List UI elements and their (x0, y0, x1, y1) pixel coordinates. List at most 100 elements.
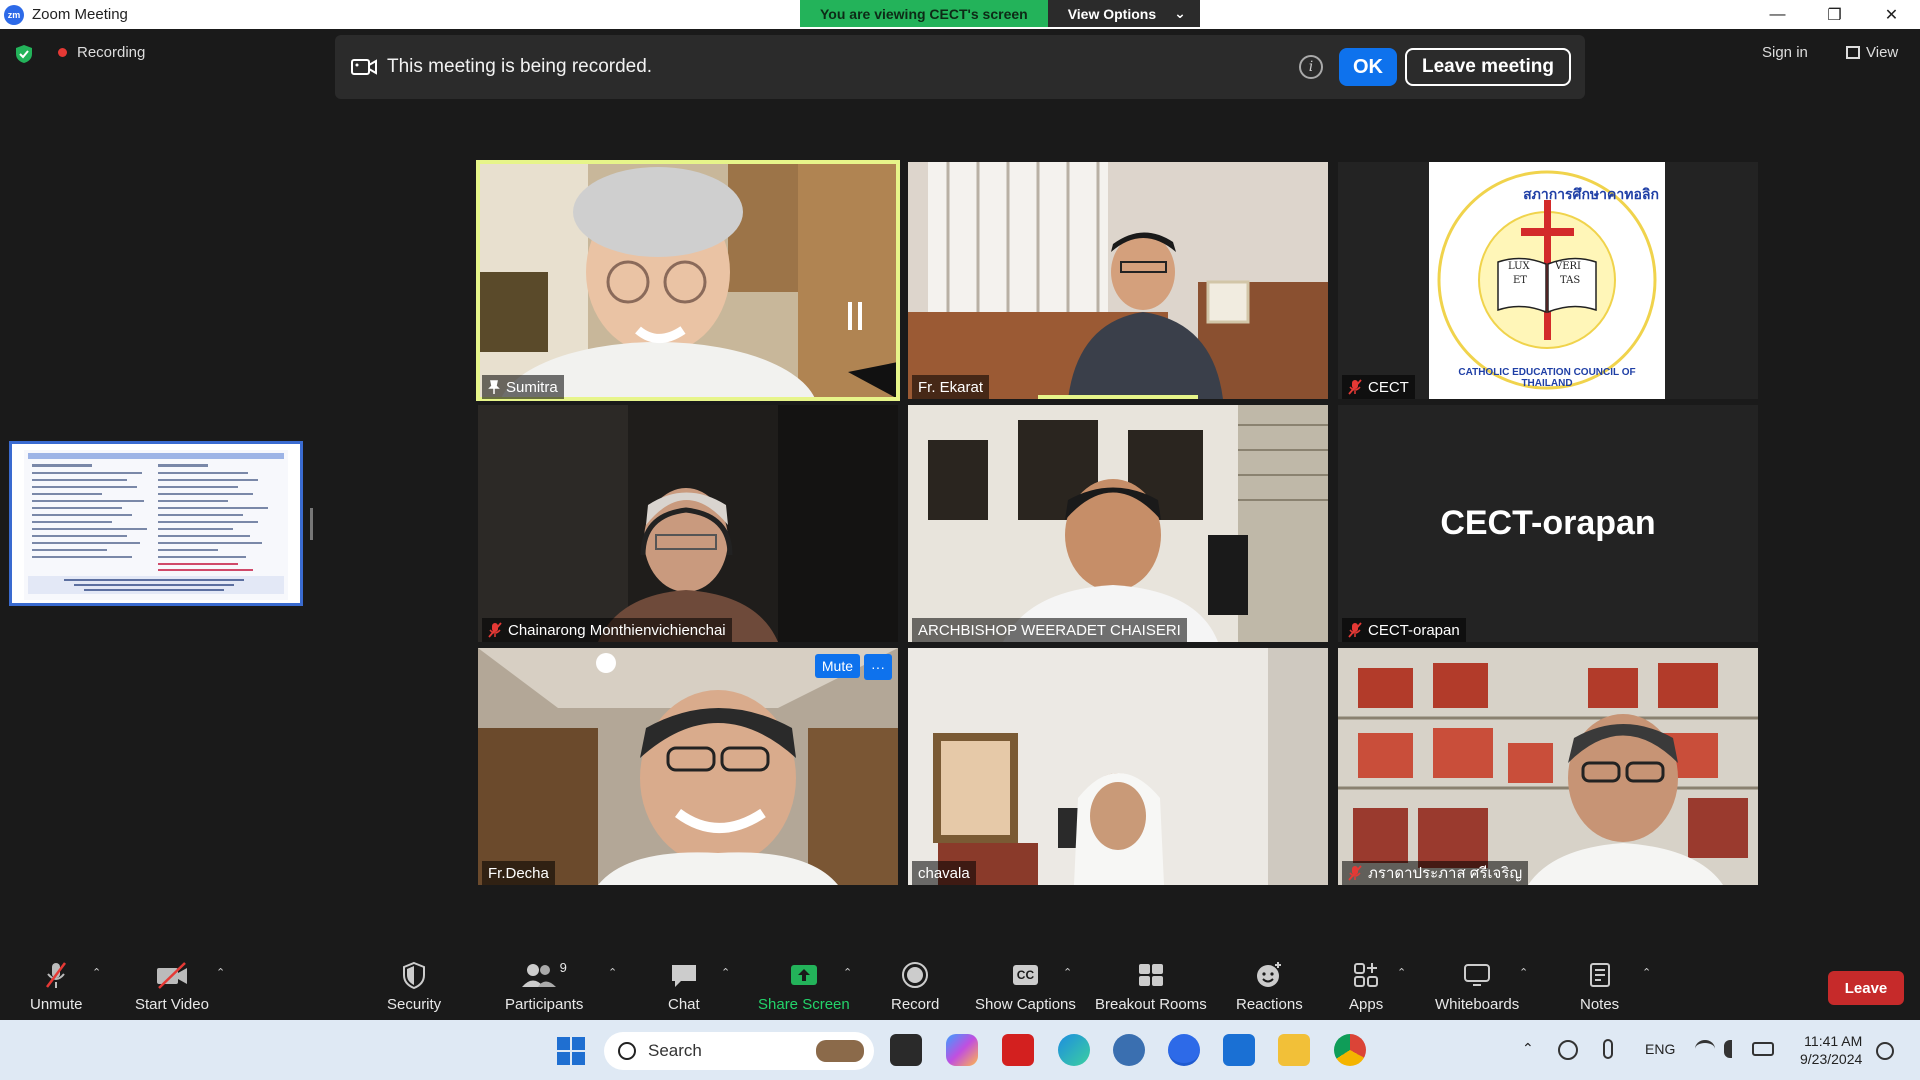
participant-name: chavala (918, 864, 970, 882)
record-button[interactable]: Record (891, 960, 939, 1013)
recording-indicator[interactable]: Recording (58, 44, 145, 61)
chevron-down-icon: ⌄ (1174, 5, 1186, 21)
chat-caret-icon[interactable]: ⌃ (721, 966, 731, 979)
participant-video-fr-decha (478, 648, 898, 885)
microphone-tray-icon[interactable] (1603, 1039, 1613, 1059)
encryption-shield-icon[interactable] (14, 44, 34, 64)
sync-icon[interactable] (1558, 1040, 1578, 1060)
unmute-button[interactable]: Unmute (30, 960, 83, 1013)
task-view-icon[interactable] (890, 1034, 922, 1066)
notes-icon (1589, 963, 1610, 987)
participant-name-tag: ภราดาประภาส ศรีเจริญ (1342, 861, 1529, 885)
ok-button[interactable]: OK (1339, 48, 1397, 86)
globe-app-icon[interactable] (1113, 1034, 1145, 1066)
taskbar-clock[interactable]: 11:41 AM 9/23/2024 (1800, 1032, 1862, 1068)
apps-caret-icon[interactable]: ⌃ (1397, 966, 1407, 979)
sign-in-link[interactable]: Sign in (1762, 44, 1808, 61)
video-tile-archbishop[interactable]: ARCHBISHOP WEERADET CHAISERI (908, 405, 1328, 642)
minimize-button[interactable]: — (1749, 0, 1806, 29)
video-tile-cect[interactable]: สภาการศึกษาคาทอลิก CATHOLIC EDUCATION CO… (1338, 162, 1758, 399)
start-video-label: Start Video (135, 996, 209, 1013)
copilot-icon[interactable] (946, 1034, 978, 1066)
mic-muted-icon (1348, 622, 1362, 638)
video-tile-chainarong[interactable]: Chainarong Monthienvichienchai (478, 405, 898, 642)
whiteboards-button[interactable]: Whiteboards (1435, 960, 1519, 1013)
leave-meeting-button[interactable]: Leave meeting (1405, 48, 1571, 86)
show-captions-label: Show Captions (975, 996, 1076, 1013)
windows-start-icon[interactable] (557, 1037, 585, 1065)
video-tile-chavala[interactable]: chavala (908, 648, 1328, 885)
security-label: Security (387, 996, 442, 1013)
seal-book-lux: LUX (1508, 261, 1530, 272)
chat-bubble-icon (671, 965, 696, 987)
whiteboards-caret-icon[interactable]: ⌃ (1519, 966, 1529, 979)
edge-browser-icon[interactable] (1058, 1034, 1090, 1066)
video-tile-prapas[interactable]: ภราดาประภาส ศรีเจริญ (1338, 648, 1758, 885)
participant-name: ภราดาประภาส ศรีเจริญ (1368, 865, 1523, 882)
record-label: Record (891, 996, 940, 1013)
start-video-button[interactable]: Start Video (135, 960, 209, 1013)
more-options-icon[interactable]: ··· (864, 654, 892, 680)
tray-overflow-chevron-icon[interactable]: ⌃ (1522, 1040, 1534, 1057)
leave-button[interactable]: Leave (1828, 971, 1904, 1005)
participants-button[interactable]: 9 Participants (505, 960, 583, 1013)
breakout-rooms-button[interactable]: Breakout Rooms (1095, 960, 1207, 1013)
participant-name: Fr.Decha (488, 864, 549, 882)
share-screen-caret-icon[interactable]: ⌃ (843, 966, 853, 979)
show-captions-button[interactable]: CC Show Captions (975, 960, 1076, 1013)
video-tile-cect-orapan[interactable]: CECT-orapan CECT-orapan (1338, 405, 1758, 642)
video-tile-fr-ekarat[interactable]: Fr. Ekarat (908, 162, 1328, 399)
chat-button[interactable]: Chat (668, 960, 700, 1013)
split-resize-handle[interactable] (310, 508, 313, 540)
security-button[interactable]: Security (387, 960, 441, 1013)
reactions-button[interactable]: Reactions (1236, 960, 1303, 1013)
video-tile-sumitra[interactable]: Sumitra (476, 160, 900, 401)
shared-screen-thumbnail[interactable] (9, 441, 303, 606)
taskbar-search-box[interactable]: Search (604, 1032, 874, 1070)
whiteboard-icon (1464, 964, 1491, 986)
notes-button[interactable]: Notes (1580, 960, 1619, 1013)
notification-bell-icon[interactable] (1876, 1042, 1894, 1060)
video-tile-fr-decha[interactable]: Mute ··· Fr.Decha (478, 648, 898, 885)
breakout-rooms-icon (1138, 964, 1163, 986)
captions-caret-icon[interactable]: ⌃ (1063, 966, 1073, 979)
acrobat-icon[interactable] (1002, 1034, 1034, 1066)
view-options-button[interactable]: View Options ⌄ (1047, 0, 1200, 27)
participant-name: CECT-orapan (1368, 621, 1460, 639)
restore-button[interactable]: ❐ (1806, 0, 1863, 29)
meeting-toolbar: Unmute ⌃ Start Video ⌃ Security 9 Partic… (0, 950, 1920, 1020)
share-screen-button[interactable]: Share Screen (758, 960, 850, 1013)
windows-taskbar: Search ⌃ ENG 11:41 AM 9/23/2024 (0, 1020, 1920, 1080)
wifi-icon[interactable] (1695, 1040, 1715, 1058)
video-off-display-name: CECT-orapan (1440, 504, 1656, 542)
info-icon[interactable]: i (1299, 55, 1323, 79)
view-options-label: View Options (1067, 5, 1157, 22)
close-button[interactable]: ✕ (1863, 0, 1920, 29)
mail-icon[interactable] (1223, 1034, 1255, 1066)
participant-name: ARCHBISHOP WEERADET CHAISERI (918, 621, 1181, 639)
participant-name: Chainarong Monthienvichienchai (508, 621, 726, 639)
apps-button[interactable]: Apps (1349, 960, 1383, 1013)
volume-icon[interactable] (1724, 1040, 1742, 1058)
hover-mute-button[interactable]: Mute (814, 654, 860, 678)
screen-share-banner: You are viewing CECT's screen View Optio… (800, 0, 1200, 27)
zoom-app-icon: zm (4, 4, 24, 25)
seal-book-et: ET (1513, 275, 1527, 286)
notes-caret-icon[interactable]: ⌃ (1642, 966, 1652, 979)
participant-video-chainarong (478, 405, 898, 642)
video-options-caret-icon[interactable]: ⌃ (216, 966, 226, 979)
file-explorer-icon[interactable] (1278, 1034, 1310, 1066)
participant-name: CECT (1368, 378, 1409, 396)
language-indicator[interactable]: ENG (1645, 1041, 1675, 1057)
view-button[interactable]: View (1846, 44, 1898, 61)
pin-icon (488, 380, 500, 394)
chrome-icon[interactable] (1334, 1034, 1366, 1066)
participants-caret-icon[interactable]: ⌃ (608, 966, 618, 979)
mic-muted-icon (46, 962, 67, 988)
zoom-taskbar-icon[interactable] (1168, 1034, 1200, 1066)
battery-icon[interactable] (1752, 1042, 1774, 1056)
audio-options-caret-icon[interactable]: ⌃ (92, 966, 102, 979)
apps-icon (1354, 963, 1379, 987)
participant-video-sumitra (478, 162, 898, 399)
search-placeholder: Search (648, 1041, 702, 1060)
